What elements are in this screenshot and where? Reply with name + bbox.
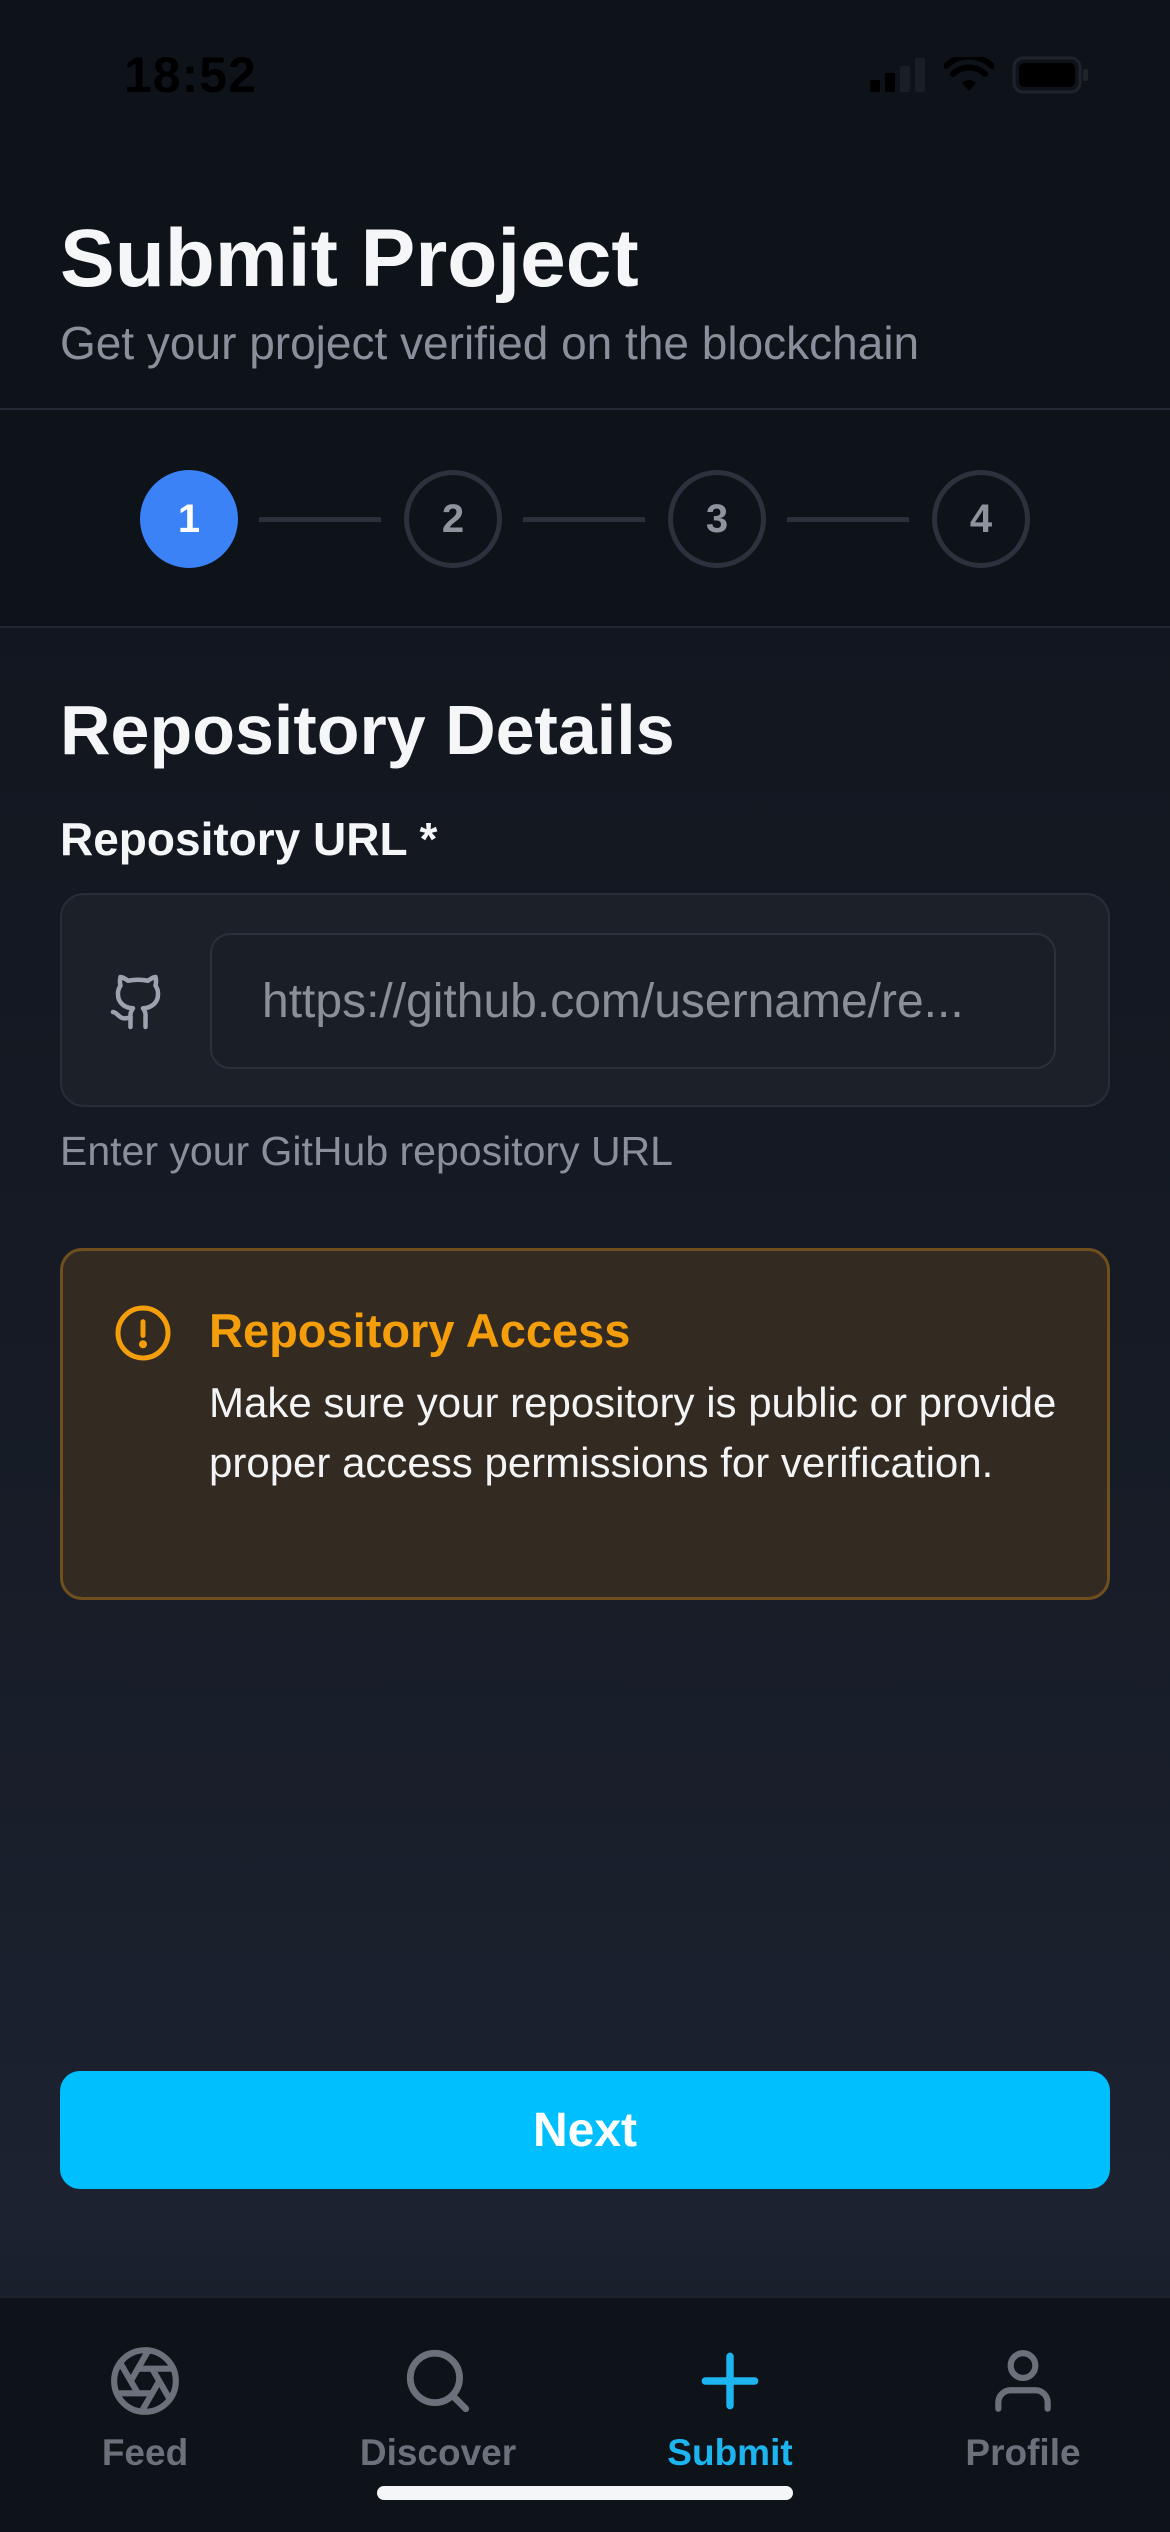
step-connector (523, 517, 645, 522)
notice-title: Repository Access (209, 1304, 631, 1357)
step-1: 1 (140, 470, 238, 568)
next-button[interactable]: Next (60, 2071, 1110, 2189)
signal-icon (870, 58, 925, 92)
search-icon (406, 2349, 470, 2413)
tab-discover-label: Discover (359, 2432, 517, 2473)
page-header: Submit Project Get your project verified… (0, 150, 1170, 410)
repository-url-card (60, 893, 1110, 1107)
section-title: Repository Details (60, 691, 675, 769)
aperture-icon (111, 2347, 179, 2415)
repository-url-helper: Enter your GitHub repository URL (60, 1128, 673, 1174)
tab-feed-label: Feed (101, 2432, 189, 2473)
progress-stepper: 1 2 3 4 (0, 410, 1170, 628)
repository-access-notice: Repository Access Make sure your reposit… (60, 1248, 1110, 1600)
tab-submit-label: Submit (667, 2432, 793, 2473)
plus-icon (701, 2352, 759, 2410)
status-bar: 18:52 (0, 0, 1170, 150)
tab-profile[interactable]: Profile (898, 2344, 1148, 2494)
step-4: 4 (932, 470, 1030, 568)
step-3: 3 (668, 470, 766, 568)
tab-submit[interactable]: Submit (605, 2344, 855, 2494)
status-time: 18:52 (124, 47, 257, 103)
battery-icon (1012, 56, 1088, 94)
repository-url-input[interactable] (210, 933, 1056, 1069)
home-indicator (377, 2486, 793, 2500)
tab-feed[interactable]: Feed (20, 2344, 270, 2494)
step-connector (259, 517, 381, 522)
page-subtitle: Get your project verified on the blockch… (60, 317, 920, 369)
repository-url-label: Repository URL * (60, 813, 438, 865)
step-2: 2 (404, 470, 502, 568)
wifi-icon (944, 57, 994, 91)
step-connector (787, 517, 909, 522)
status-icons (870, 56, 1090, 94)
user-icon (995, 2350, 1051, 2412)
notice-body: Make sure your repository is public or p… (209, 1379, 1057, 1486)
github-icon (110, 974, 161, 1030)
page-title: Submit Project (60, 213, 639, 304)
alert-circle-icon (115, 1305, 171, 1361)
tab-profile-label: Profile (965, 2432, 1081, 2473)
tab-discover[interactable]: Discover (313, 2344, 563, 2494)
